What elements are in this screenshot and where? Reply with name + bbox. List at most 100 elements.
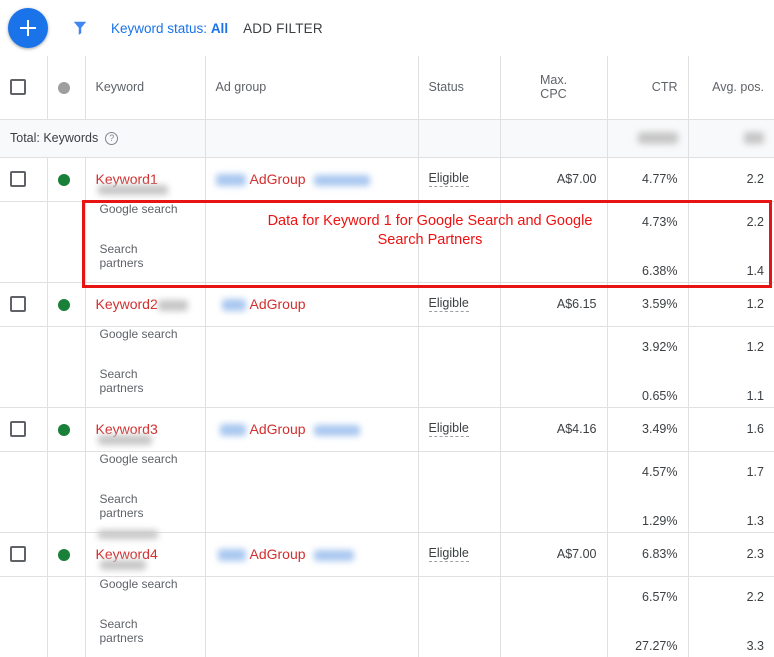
total-status-cell (418, 119, 501, 158)
segment-avg-pos-search-partners: 1.1 (746, 388, 764, 403)
header-status[interactable]: Status (418, 56, 501, 120)
keyword-name[interactable]: Keyword2 (96, 296, 188, 312)
segment-status-cell (418, 451, 501, 533)
segment-label-google-search: Google search (99, 451, 178, 466)
segment-spacer-select (0, 576, 48, 657)
segment-ctr-google-search: 4.73% (642, 214, 678, 229)
row-ad-group-cell[interactable]: AdGroup (205, 407, 419, 452)
select-all-checkbox[interactable] (10, 79, 26, 96)
header-status-dot (47, 56, 86, 120)
row-keyword-cell[interactable]: Keyword3 (85, 407, 206, 452)
segment-ctr-search-partners: 6.38% (642, 263, 678, 278)
keyword-status-label: Keyword status: (111, 20, 208, 36)
keywords-table: Keyword Ad group Status Max. CPC CTR Avg… (0, 56, 774, 657)
header-keyword[interactable]: Keyword (85, 56, 206, 120)
row-select-cell[interactable] (0, 407, 48, 452)
segment-ctr-cell: 4.57% 1.29% (607, 451, 689, 533)
table-body: Total: Keywords ? Keyword1 AdGroup Eligi… (0, 119, 774, 657)
keyword-status-filter[interactable]: Keyword status: All (111, 21, 228, 36)
segment-spacer-select (0, 201, 48, 283)
segment-ad-group-cell (205, 201, 419, 283)
filter-funnel-icon[interactable] (70, 18, 90, 38)
segment-avg-pos-google-search: 1.7 (746, 464, 764, 479)
segment-labels-cell: Google search Search partners (85, 451, 206, 533)
redacted-ad-group-suffix (313, 175, 370, 186)
total-max-cpc-cell (500, 119, 608, 158)
redacted-ad-group-prefix (217, 549, 246, 561)
segment-rows-group: Google search Search partners 4.57% 1.29… (0, 451, 774, 533)
add-keyword-button[interactable] (8, 8, 48, 48)
header-ad-group[interactable]: Ad group (205, 56, 419, 120)
row-status-dot-cell (47, 532, 86, 577)
segment-labels-cell: Google search Search partners (85, 201, 206, 283)
row-max-cpc-cell: A$4.16 (500, 407, 608, 452)
table-row[interactable]: Keyword4 AdGroup Eligible A$7.00 6.83% 2… (0, 529, 774, 577)
segment-avg-pos-google-search: 1.2 (746, 339, 764, 354)
segment-max-cpc-cell (500, 201, 608, 283)
status-dot-icon (57, 173, 70, 186)
row-checkbox[interactable] (10, 296, 26, 312)
row-checkbox[interactable] (10, 171, 26, 187)
row-select-cell[interactable] (0, 532, 48, 577)
segment-labels-cell: Google search Search partners (85, 326, 206, 408)
keyword-name[interactable]: Keyword4 (96, 529, 158, 570)
segment-label-search-partners: Search partners (99, 366, 144, 395)
row-status-dot-cell (47, 407, 86, 452)
segment-spacer-dot (47, 451, 86, 533)
filter-toolbar: Keyword status: All ADD FILTER (0, 0, 774, 56)
row-checkbox[interactable] (10, 421, 26, 437)
segment-label-google-search: Google search (99, 326, 178, 341)
segment-ctr-cell: 6.57% 27.27% (607, 576, 689, 657)
redacted-ad-group-suffix (313, 425, 360, 436)
table-row[interactable]: Keyword2 AdGroup Eligible A$6.15 3.59% 1… (0, 282, 774, 327)
segment-label-search-partners: Search partners (99, 491, 144, 520)
row-ad-group-cell[interactable]: AdGroup (205, 532, 419, 577)
row-status-dot-cell (47, 157, 86, 202)
question-mark-icon[interactable]: ? (105, 131, 119, 145)
row-avg-pos-cell: 1.2 (688, 282, 774, 327)
row-max-cpc-cell: A$7.00 (500, 157, 608, 202)
row-ad-group-cell[interactable]: AdGroup (205, 282, 419, 327)
add-filter-button[interactable]: ADD FILTER (243, 21, 323, 36)
segment-spacer-dot (47, 576, 86, 657)
total-avg-pos-cell (688, 119, 774, 158)
status-dot-icon (57, 548, 70, 561)
table-row[interactable]: Keyword1 AdGroup Eligible A$7.00 4.77% 2… (0, 157, 774, 202)
segment-avg-pos-search-partners: 1.3 (746, 513, 764, 528)
row-keyword-cell[interactable]: Keyword1 (85, 157, 206, 202)
table-row[interactable]: Keyword3 AdGroup Eligible A$4.16 3.49% 1… (0, 407, 774, 452)
redacted-ad-group-prefix (215, 174, 246, 186)
redacted-keyword-above (97, 529, 158, 539)
row-keyword-cell[interactable]: Keyword4 (85, 529, 206, 577)
header-max-cpc[interactable]: Max. CPC (500, 56, 608, 120)
segment-max-cpc-cell (500, 451, 608, 533)
total-ad-group-cell (205, 119, 419, 158)
row-ad-group-cell[interactable]: AdGroup (205, 157, 419, 202)
header-select-all[interactable] (0, 56, 48, 120)
segment-label-google-search: Google search (99, 576, 178, 591)
row-checkbox[interactable] (10, 546, 26, 562)
row-status-dot-cell (47, 282, 86, 327)
row-ctr-cell: 4.77% (607, 157, 689, 202)
segment-ad-group-cell (205, 451, 419, 533)
segment-labels-cell: Google search Search partners (85, 576, 206, 657)
keyword-name[interactable]: Keyword3 (96, 421, 158, 445)
header-ctr[interactable]: CTR (607, 56, 689, 120)
keyword-name[interactable]: Keyword1 (96, 171, 168, 195)
segment-avg-pos-cell: 2.2 3.3 (688, 576, 774, 657)
row-keyword-cell[interactable]: Keyword2 (85, 282, 206, 327)
ad-group-name: AdGroup (249, 296, 306, 312)
status-dot-icon (57, 81, 70, 94)
total-row: Total: Keywords ? (0, 119, 774, 158)
segment-max-cpc-cell (500, 326, 608, 408)
row-max-cpc-cell: A$6.15 (500, 282, 608, 327)
header-avg-pos[interactable]: Avg. pos. (688, 56, 774, 120)
redacted-total-avg-pos (744, 132, 764, 144)
segment-avg-pos-cell: 2.2 1.4 (688, 201, 774, 283)
segment-max-cpc-cell (500, 576, 608, 657)
row-select-cell[interactable] (0, 282, 48, 327)
header-row: Keyword Ad group Status Max. CPC CTR Avg… (0, 56, 774, 120)
row-select-cell[interactable] (0, 157, 48, 202)
ad-group-name: AdGroup (249, 421, 306, 437)
total-label: Total: Keywords (10, 131, 99, 145)
